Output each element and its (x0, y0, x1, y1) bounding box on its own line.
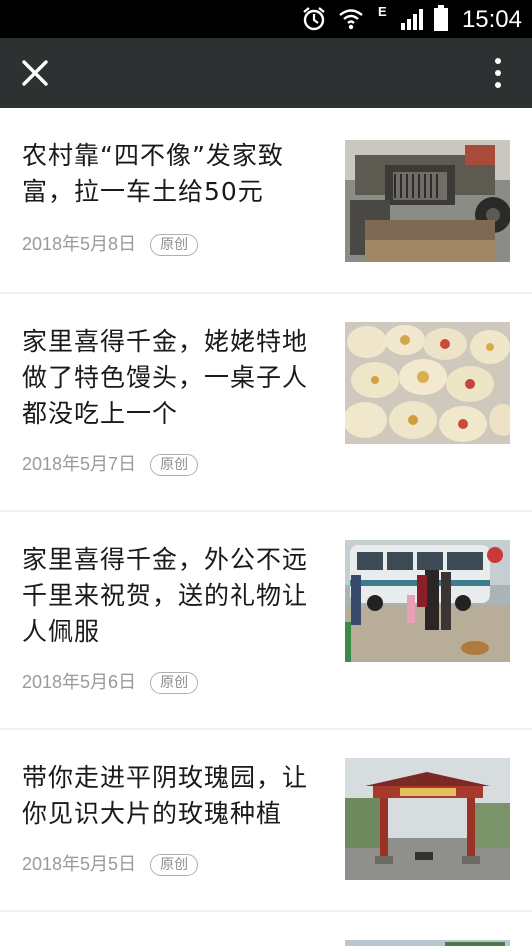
article-item[interactable]: 家里喜得千金，外公不远千里来祝贺，送的礼物让人佩服 2018年5月6日 原创 (0, 512, 532, 728)
article-list: 农村靠“四不像”发家致富，拉一车土给50元 2018年5月8日 原创 家里喜得千… (0, 108, 532, 946)
article-thumbnail-buns (345, 322, 510, 444)
article-thumbnail-gate (345, 758, 510, 880)
status-time: 15:04 (461, 6, 522, 33)
close-icon[interactable] (18, 56, 52, 90)
original-badge: 原创 (150, 234, 199, 256)
article-thumbnail-machine (345, 140, 510, 262)
original-badge: 原创 (150, 672, 199, 694)
article-date: 2018年5月8日 (22, 234, 137, 254)
status-bar: E 15:04 (0, 0, 532, 38)
article-date: 2018年5月6日 (22, 672, 137, 692)
battery-icon (433, 5, 449, 35)
wifi-icon (338, 6, 364, 36)
article-title: 家里喜得千金，外公不远千里来祝贺，送的礼物让人佩服 (22, 545, 309, 646)
network-type-label: E (378, 4, 387, 19)
article-meta: 2018年5月8日 原创 (22, 232, 199, 256)
article-meta: 2018年5月6日 原创 (22, 670, 199, 694)
alarm-icon (302, 6, 326, 36)
article-date: 2018年5月5日 (22, 854, 137, 874)
more-vertical-icon[interactable] (492, 57, 504, 91)
article-meta: 2018年5月5日 原创 (22, 852, 199, 876)
article-item[interactable]: 家里喜得千金，姥姥特地做了特色馒头，一桌子人都没吃上一个 2018年5月7日 原创 (0, 294, 532, 510)
nav-bar (0, 38, 532, 108)
article-date: 2018年5月7日 (22, 454, 137, 474)
article-item-partial[interactable] (0, 912, 532, 946)
article-item[interactable]: 农村靠“四不像”发家致富，拉一车土给50元 2018年5月8日 原创 (0, 108, 532, 292)
original-badge: 原创 (150, 854, 199, 876)
article-item[interactable]: 带你走进平阴玫瑰园，让你见识大片的玫瑰种植 2018年5月5日 原创 (0, 730, 532, 910)
article-thumbnail-bus (345, 540, 510, 662)
article-title: 带你走进平阴玫瑰园，让你见识大片的玫瑰种植 (22, 763, 309, 828)
original-badge: 原创 (150, 454, 199, 476)
article-title: 农村靠“四不像”发家致富，拉一车土给50元 (22, 141, 284, 206)
signal-icon (400, 8, 426, 34)
article-meta: 2018年5月7日 原创 (22, 452, 199, 476)
article-thumbnail-partial (345, 940, 510, 946)
article-title: 家里喜得千金，姥姥特地做了特色馒头，一桌子人都没吃上一个 (22, 327, 309, 428)
